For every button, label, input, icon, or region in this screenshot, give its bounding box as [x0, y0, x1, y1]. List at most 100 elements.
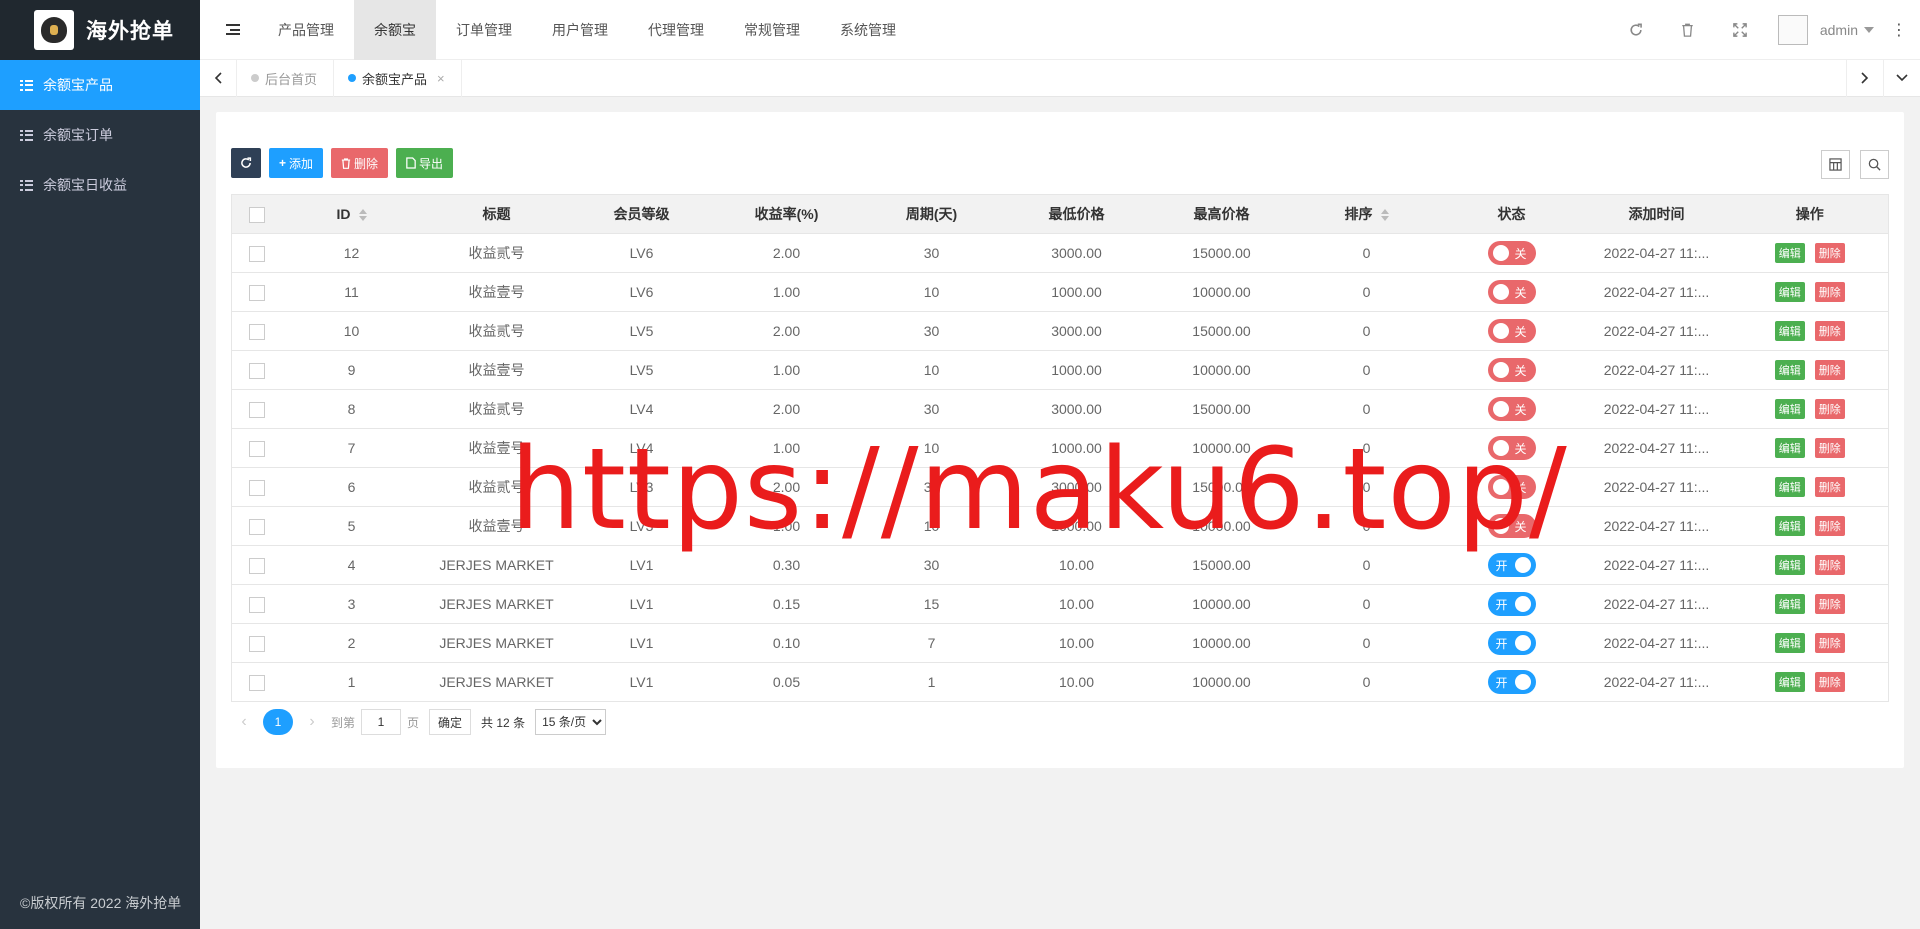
row-delete-button[interactable]: 删除 [1814, 360, 1845, 380]
row-delete-button[interactable]: 删除 [1814, 555, 1845, 575]
tabs-scroll-right-button[interactable] [1846, 59, 1883, 97]
status-toggle[interactable]: 开 [1487, 631, 1536, 655]
row-checkbox[interactable] [248, 323, 265, 340]
col-sort[interactable]: 排序 [1291, 194, 1442, 234]
cell-actions: 编辑 删除 [1731, 350, 1889, 390]
list-icon [20, 129, 33, 141]
prev-page-icon[interactable]: ‹ [231, 713, 257, 731]
list-icon [20, 79, 33, 91]
menu-toggle-button[interactable] [208, 0, 258, 60]
row-delete-button[interactable]: 删除 [1814, 438, 1845, 458]
edit-button[interactable]: 编辑 [1774, 282, 1805, 302]
row-delete-button[interactable]: 删除 [1814, 672, 1845, 692]
cell-id: 12 [281, 233, 422, 273]
tab-yuebao-products[interactable]: 余额宝产品 × [334, 59, 462, 97]
row-checkbox[interactable] [248, 479, 265, 496]
row-delete-button[interactable]: 删除 [1814, 516, 1845, 536]
delete-button[interactable]: 删除 [331, 148, 389, 178]
topnav-system-management[interactable]: 系统管理 [820, 0, 916, 60]
row-checkbox[interactable] [248, 440, 265, 457]
edit-button[interactable]: 编辑 [1774, 243, 1805, 263]
current-page[interactable]: 1 [263, 709, 293, 735]
row-checkbox[interactable] [248, 245, 265, 262]
cell-title: JERJES MARKET [421, 662, 572, 702]
row-delete-button[interactable]: 删除 [1814, 282, 1845, 302]
tabs-dropdown-button[interactable] [1883, 59, 1920, 97]
topnav-order-management[interactable]: 订单管理 [436, 0, 532, 60]
status-toggle[interactable]: 开 [1487, 592, 1536, 616]
page-input[interactable] [361, 709, 402, 735]
edit-button[interactable]: 编辑 [1774, 594, 1805, 614]
refresh-icon[interactable] [1610, 0, 1662, 60]
cell-period: 15 [861, 584, 1002, 624]
columns-filter-button[interactable] [1821, 150, 1850, 179]
row-checkbox[interactable] [248, 635, 265, 652]
edit-button[interactable]: 编辑 [1774, 633, 1805, 653]
row-checkbox[interactable] [248, 362, 265, 379]
avatar[interactable] [1777, 14, 1808, 45]
fullscreen-icon[interactable] [1714, 0, 1766, 60]
cell-actions: 编辑 删除 [1731, 584, 1889, 624]
refresh-button[interactable] [231, 148, 261, 178]
close-icon[interactable]: × [437, 71, 445, 86]
topnav-user-management[interactable]: 用户管理 [532, 0, 628, 60]
search-button[interactable] [1860, 150, 1889, 179]
topnav-product-management[interactable]: 产品管理 [258, 0, 354, 60]
sidebar-item-yuebao-products[interactable]: 余额宝产品 [0, 60, 200, 110]
edit-button[interactable]: 编辑 [1774, 438, 1805, 458]
more-vertical-icon[interactable]: ⋮ [1884, 20, 1914, 40]
tabs-scroll-left-button[interactable] [200, 59, 237, 97]
status-toggle[interactable]: 关 [1487, 358, 1536, 382]
export-button[interactable]: 导出 [396, 148, 454, 178]
status-toggle[interactable]: 关 [1487, 319, 1536, 343]
toggle-knob [1514, 635, 1531, 651]
topnav-general-management[interactable]: 常规管理 [724, 0, 820, 60]
sort-icon[interactable] [1380, 209, 1389, 222]
edit-button[interactable]: 编辑 [1774, 516, 1805, 536]
sidebar-item-yuebao-orders[interactable]: 余额宝订单 [0, 110, 200, 160]
edit-button[interactable]: 编辑 [1774, 477, 1805, 497]
edit-button[interactable]: 编辑 [1774, 321, 1805, 341]
status-toggle[interactable]: 关 [1487, 241, 1536, 265]
row-checkbox[interactable] [248, 284, 265, 301]
status-toggle[interactable]: 开 [1487, 553, 1536, 577]
tab-home[interactable]: 后台首页 [237, 59, 335, 97]
user-menu[interactable]: admin [1820, 22, 1874, 38]
add-button[interactable]: + 添加 [269, 148, 324, 178]
edit-button[interactable]: 编辑 [1774, 360, 1805, 380]
trash-icon[interactable] [1662, 0, 1714, 60]
sort-icon[interactable] [358, 209, 367, 222]
row-checkbox[interactable] [248, 557, 265, 574]
cell-min-price: 10.00 [1001, 662, 1152, 702]
cell-level: LV1 [571, 662, 712, 702]
topnav-yuebao[interactable]: 余额宝 [354, 0, 436, 60]
select-all-checkbox[interactable] [248, 206, 265, 223]
edit-button[interactable]: 编辑 [1774, 555, 1805, 575]
row-delete-button[interactable]: 删除 [1814, 633, 1845, 653]
row-delete-button[interactable]: 删除 [1814, 477, 1845, 497]
row-delete-button[interactable]: 删除 [1814, 399, 1845, 419]
col-id[interactable]: ID [281, 194, 422, 234]
cell-actions: 编辑 删除 [1731, 233, 1889, 273]
page-size-select[interactable]: 15 条/页 [535, 709, 607, 735]
cell-level: LV6 [571, 272, 712, 312]
edit-button[interactable]: 编辑 [1774, 672, 1805, 692]
row-delete-button[interactable]: 删除 [1814, 321, 1845, 341]
cell-min-price: 10.00 [1001, 584, 1152, 624]
row-checkbox[interactable] [248, 674, 265, 691]
edit-button[interactable]: 编辑 [1774, 399, 1805, 419]
confirm-page-button[interactable]: 确定 [429, 709, 472, 735]
pagination: ‹ 1 › 到第 页 确定 共 12 条 15 条/页 [231, 709, 607, 735]
status-toggle[interactable]: 开 [1487, 670, 1536, 694]
topnav-agent-management[interactable]: 代理管理 [628, 0, 724, 60]
sidebar-item-yuebao-daily-income[interactable]: 余额宝日收益 [0, 160, 200, 210]
row-delete-button[interactable]: 删除 [1814, 594, 1845, 614]
status-toggle[interactable]: 关 [1487, 280, 1536, 304]
next-page-icon[interactable]: › [299, 713, 325, 731]
row-checkbox[interactable] [248, 596, 265, 613]
status-toggle[interactable]: 关 [1487, 397, 1536, 421]
row-checkbox[interactable] [248, 401, 265, 418]
row-checkbox[interactable] [248, 518, 265, 535]
logo[interactable]: 海外抢单 [0, 0, 200, 60]
row-delete-button[interactable]: 删除 [1814, 243, 1845, 263]
